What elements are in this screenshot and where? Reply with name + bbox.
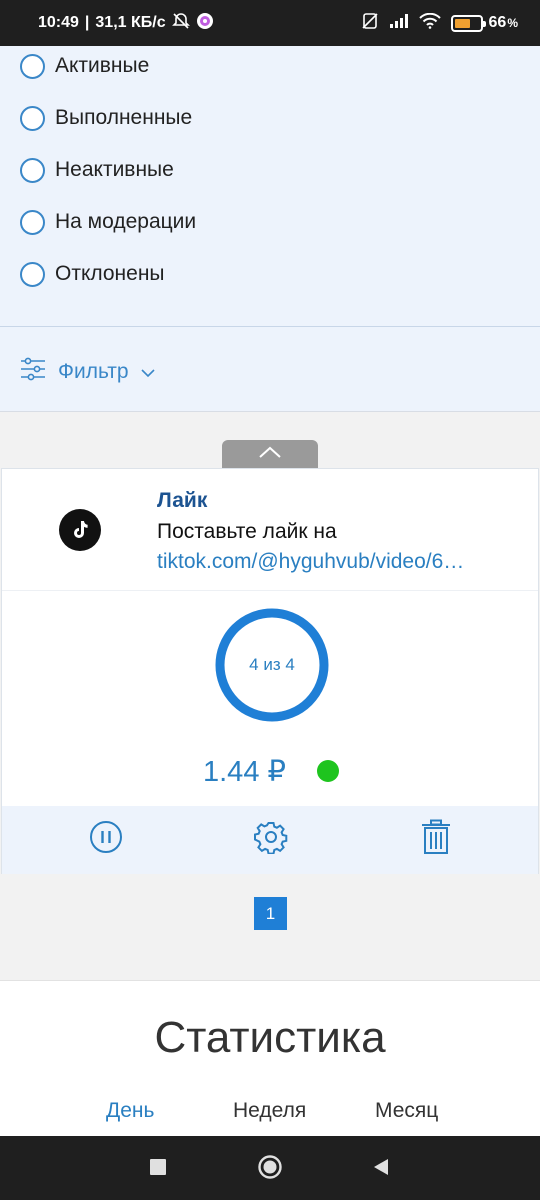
status-option-rejected[interactable]: Отклонены	[20, 260, 165, 288]
status-option-label: Неактивные	[55, 158, 174, 181]
task-link[interactable]: tiktok.com/@hyguhvub/video/6…	[157, 550, 502, 574]
battery-fill	[454, 18, 471, 28]
radio-button[interactable]	[20, 105, 45, 131]
recents-button[interactable]	[143, 1154, 173, 1184]
task-title: Лайк	[157, 489, 208, 512]
page-button-current[interactable]: 1	[254, 897, 287, 930]
bell-muted-icon	[171, 12, 190, 35]
radio-button[interactable]	[20, 261, 45, 287]
sliders-icon	[20, 356, 46, 388]
status-separator: |	[84, 14, 90, 31]
task-card: Лайк Поставьте лайк на tiktok.com/@hyguh…	[1, 468, 539, 874]
progress-label: 4 из 4	[249, 655, 295, 674]
status-option-label: Выполненные	[55, 106, 193, 129]
task-card-header: Лайк Поставьте лайк на tiktok.com/@hyguh…	[2, 469, 538, 591]
status-option-label: Отклонены	[55, 262, 165, 285]
status-dot	[317, 760, 339, 782]
pause-icon	[89, 820, 123, 859]
settings-button[interactable]	[251, 819, 291, 859]
status-option-label: На модерации	[55, 210, 197, 233]
home-circle-icon	[257, 1154, 283, 1185]
back-button[interactable]	[366, 1154, 396, 1184]
chevron-up-icon	[259, 445, 281, 463]
task-description: Поставьте лайк на	[157, 520, 337, 543]
filter-panel: Активные Выполненные Неактивные На модер…	[0, 46, 540, 412]
tab-day[interactable]: День	[106, 1099, 154, 1123]
network-speed: 31,1 КБ/с	[95, 14, 166, 31]
tab-week[interactable]: Неделя	[233, 1099, 306, 1123]
filter-toggle-button[interactable]: Фильтр	[20, 356, 155, 388]
pause-button[interactable]	[86, 819, 126, 859]
status-right: 66%	[361, 12, 518, 35]
filter-toggle-label: Фильтр	[58, 360, 129, 383]
status-option-completed[interactable]: Выполненные	[20, 104, 192, 132]
status-option-label: Активные	[55, 54, 150, 77]
statistics-section: Статистика День Неделя Месяц	[0, 980, 540, 1136]
radio-button[interactable]	[20, 157, 45, 183]
collapse-panel-button[interactable]	[222, 440, 318, 468]
divider	[0, 411, 540, 412]
chevron-down-icon	[140, 360, 155, 384]
battery-tip	[482, 20, 486, 27]
task-price: 1.44 ₽	[203, 756, 286, 788]
trash-icon	[420, 819, 452, 860]
task-actions	[2, 806, 538, 874]
back-triangle-icon	[372, 1158, 390, 1181]
tab-month[interactable]: Месяц	[375, 1099, 438, 1123]
settings-icon	[254, 820, 288, 859]
battery-indicator: 66%	[450, 14, 518, 32]
battery-percent-sign: %	[507, 16, 518, 30]
sim-off-icon	[361, 12, 379, 35]
status-bar: 10:49 | 31,1 КБ/с 66%	[0, 0, 540, 46]
radio-button[interactable]	[20, 53, 45, 79]
signal-icon	[389, 13, 409, 34]
radio-button[interactable]	[20, 209, 45, 235]
statistics-title: Статистика	[154, 1013, 386, 1062]
square-icon	[150, 1158, 166, 1180]
battery-icon	[450, 14, 486, 32]
status-option-active[interactable]: Активные	[20, 52, 149, 80]
app-notification-icon	[196, 12, 214, 35]
system-nav-bar	[0, 1136, 540, 1200]
status-option-moderation[interactable]: На модерации	[20, 208, 196, 236]
home-button[interactable]	[255, 1154, 285, 1184]
battery-percent: 66	[488, 14, 507, 31]
status-left: 10:49 | 31,1 КБ/с	[38, 12, 214, 35]
tiktok-icon	[59, 509, 101, 551]
status-option-inactive[interactable]: Неактивные	[20, 156, 174, 184]
status-time: 10:49	[38, 14, 79, 31]
wifi-icon	[418, 12, 441, 34]
delete-button[interactable]	[416, 819, 456, 859]
divider	[0, 326, 540, 327]
